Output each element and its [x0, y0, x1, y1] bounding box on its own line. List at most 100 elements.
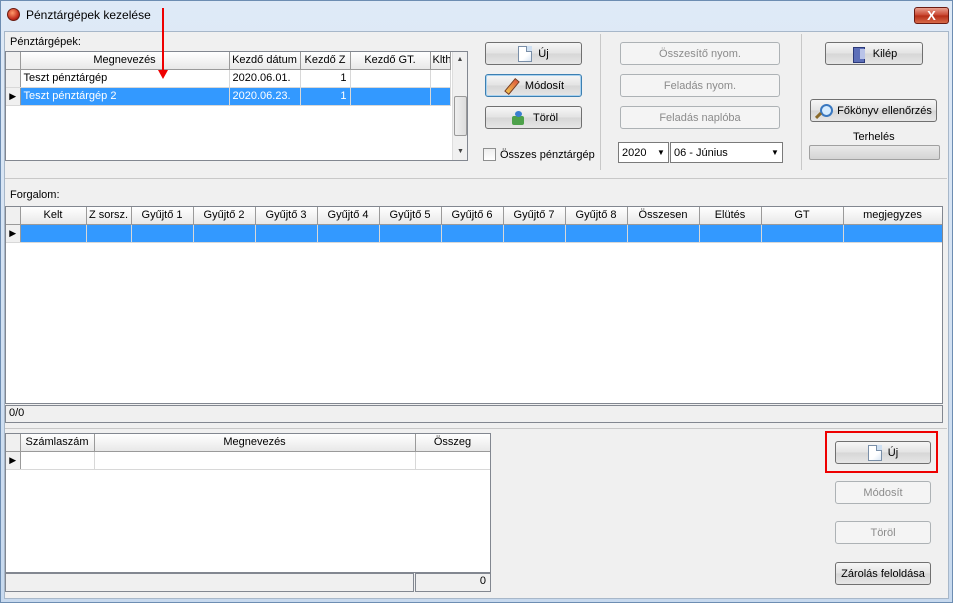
- traffic-col-collector-2[interactable]: Gyűjtő 2: [193, 207, 256, 225]
- register-date: 2020.06.01.: [229, 69, 301, 88]
- traffic-cell: [86, 224, 132, 243]
- divider: [600, 34, 601, 170]
- exit-label: Kilép: [872, 47, 898, 60]
- invoice-delete-button[interactable]: Töröl: [835, 521, 931, 544]
- magnifier-icon: [815, 103, 834, 119]
- chevron-down-icon: ▼: [771, 148, 779, 157]
- annotation-arrow-icon: [158, 70, 168, 79]
- traffic-cell: [20, 224, 87, 243]
- invoice-cell: [94, 451, 416, 470]
- scroll-up-icon[interactable]: ▲: [453, 52, 467, 68]
- divider: [801, 34, 802, 170]
- summary-print-button[interactable]: Összesítő nyom.: [620, 42, 780, 65]
- invoices-grid[interactable]: Számlaszám Megnevezés Összeg ▶: [5, 433, 491, 573]
- invoices-col-amount[interactable]: Összeg: [415, 434, 490, 452]
- register-new-button[interactable]: Új: [485, 42, 582, 65]
- new-document-icon: [867, 444, 882, 461]
- traffic-col-total[interactable]: Összesen: [627, 207, 700, 225]
- register-gt: [350, 87, 431, 106]
- traffic-cell: [379, 224, 442, 243]
- invoices-total: 0: [415, 573, 491, 592]
- traffic-cell: [843, 224, 942, 243]
- register-name: Teszt pénztárgép 2: [20, 87, 230, 106]
- register-edit-button[interactable]: Módosít: [485, 74, 582, 97]
- traffic-col-collector-8[interactable]: Gyűjtő 8: [565, 207, 628, 225]
- new-document-icon: [518, 45, 533, 62]
- register-z: 1: [300, 87, 351, 106]
- registers-col-name[interactable]: Megnevezés: [20, 52, 230, 70]
- row-indicator: [6, 69, 21, 88]
- traffic-col-note[interactable]: megjegyzes: [843, 207, 942, 225]
- registers-col-gt[interactable]: Kezdő GT.: [350, 52, 431, 70]
- traffic-col-collector-5[interactable]: Gyűjtő 5: [379, 207, 442, 225]
- exit-door-icon: [851, 46, 867, 63]
- traffic-cell: [503, 224, 566, 243]
- unlock-button[interactable]: Zárolás feloldása: [835, 562, 931, 585]
- task-print-button[interactable]: Feladás nyom.: [620, 74, 780, 97]
- ledger-check-button[interactable]: Főkönyv ellenőrzés: [810, 99, 937, 122]
- traffic-cell: [317, 224, 380, 243]
- table-row[interactable]: ▶: [6, 451, 490, 470]
- invoice-cell: [20, 451, 95, 470]
- registers-scrollbar[interactable]: ▲ ▼: [452, 52, 467, 160]
- traffic-cell: [441, 224, 504, 243]
- traffic-corner: [6, 207, 21, 225]
- traffic-col-collector-1[interactable]: Gyűjtő 1: [131, 207, 194, 225]
- invoices-corner: [6, 434, 21, 452]
- window-title: Pénztárgépek kezelése: [26, 8, 151, 22]
- annotation-arrow-line: [162, 8, 164, 72]
- table-row[interactable]: ▶ Teszt pénztárgép 2 2020.06.23. 1: [6, 87, 451, 106]
- traffic-cell: [699, 224, 762, 243]
- register-name: Teszt pénztárgép: [20, 69, 230, 88]
- traffic-col-collector-7[interactable]: Gyűjtő 7: [503, 207, 566, 225]
- traffic-col-collector-6[interactable]: Gyűjtő 6: [441, 207, 504, 225]
- traffic-col-z[interactable]: Z sorsz.: [86, 207, 132, 225]
- all-registers-checkbox[interactable]: [483, 148, 496, 161]
- month-select[interactable]: 06 - Június ▼: [670, 142, 783, 163]
- delete-icon: [509, 110, 527, 126]
- traffic-grid[interactable]: Kelt Z sorsz. Gyűjtő 1 Gyűjtő 2 Gyűjtő 3…: [5, 206, 943, 404]
- chevron-down-icon: ▼: [657, 148, 665, 157]
- load-progress-bar: [809, 145, 940, 160]
- register-delete-button[interactable]: Töröl: [485, 106, 582, 129]
- register-klth: [430, 87, 451, 106]
- traffic-col-date[interactable]: Kelt: [20, 207, 87, 225]
- traffic-col-hits[interactable]: Elütés: [699, 207, 762, 225]
- invoice-new-label: Új: [887, 446, 899, 459]
- invoice-edit-button[interactable]: Módosít: [835, 481, 931, 504]
- row-indicator: ▶: [6, 451, 21, 470]
- scroll-thumb[interactable]: [454, 96, 467, 136]
- traffic-label: Forgalom:: [10, 189, 60, 201]
- traffic-col-gt[interactable]: GT: [761, 207, 844, 225]
- traffic-col-collector-4[interactable]: Gyűjtő 4: [317, 207, 380, 225]
- registers-grid[interactable]: Megnevezés Kezdő dátum Kezdő Z Kezdő GT.…: [5, 51, 468, 161]
- table-row[interactable]: Teszt pénztárgép 2020.06.01. 1: [6, 69, 451, 88]
- register-klth: [430, 69, 451, 88]
- ledger-check-label: Főkönyv ellenőrzés: [837, 104, 932, 117]
- registers-corner: [6, 52, 21, 70]
- close-button[interactable]: X: [914, 7, 949, 24]
- table-row[interactable]: ▶: [6, 224, 942, 243]
- exit-button[interactable]: Kilép: [825, 42, 923, 65]
- scroll-down-icon[interactable]: ▼: [453, 144, 467, 160]
- invoice-cell: [415, 451, 490, 470]
- registers-col-klth[interactable]: Klth: [430, 52, 451, 70]
- registers-col-date[interactable]: Kezdő dátum: [229, 52, 301, 70]
- all-registers-label: Összes pénztárgép: [500, 149, 595, 161]
- registers-label: Pénztárgépek:: [10, 36, 81, 48]
- traffic-cell: [255, 224, 318, 243]
- row-indicator: ▶: [6, 87, 21, 106]
- invoices-footer: [5, 573, 414, 592]
- traffic-col-collector-3[interactable]: Gyűjtő 3: [255, 207, 318, 225]
- traffic-cell: [627, 224, 700, 243]
- invoices-col-number[interactable]: Számlaszám: [20, 434, 95, 452]
- task-log-button[interactable]: Feladás naplóba: [620, 106, 780, 129]
- month-value: 06 - Június: [674, 146, 728, 159]
- registers-col-z[interactable]: Kezdő Z: [300, 52, 351, 70]
- invoice-new-button[interactable]: Új: [835, 441, 931, 464]
- invoices-col-name[interactable]: Megnevezés: [94, 434, 416, 452]
- register-delete-label: Töröl: [532, 111, 559, 124]
- register-date: 2020.06.23.: [229, 87, 301, 106]
- year-select[interactable]: 2020 ▼: [618, 142, 669, 163]
- pencil-icon: [503, 78, 519, 94]
